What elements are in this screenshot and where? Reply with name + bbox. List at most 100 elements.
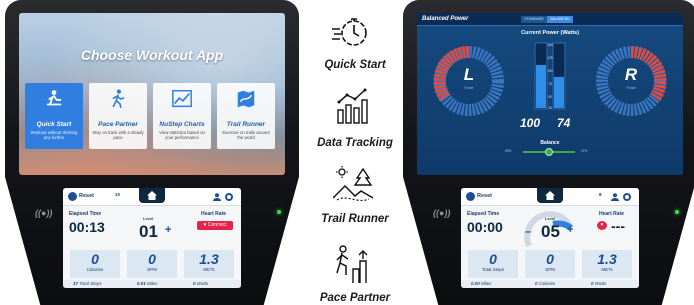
app-card-trail-runner[interactable]: Trail Runner Exercise on trails around t… — [217, 83, 275, 149]
metric-label: SPM — [147, 267, 157, 272]
mountain-trail-icon — [333, 166, 373, 202]
app-card-quick-start[interactable]: Quick Start Workout without thinking any… — [25, 83, 83, 149]
scale-tick: 125 — [547, 56, 553, 60]
metric-mets: 1.3 METs — [582, 250, 632, 278]
metric-calories: 0 Calories — [70, 250, 120, 278]
workout-app-screen: Choose Workout App Quick Start Workout w… — [19, 13, 285, 175]
left-power-value: 100 — [520, 116, 541, 130]
heart-rate-label: Heart Rate — [201, 211, 227, 217]
footer-label: Calories — [538, 281, 556, 286]
climbing-steps-icon — [336, 245, 368, 283]
connect-label: Connect — [207, 222, 227, 228]
scale-tick: 75 — [548, 82, 552, 86]
elapsed-label: Elapsed Time — [69, 211, 102, 217]
metric-spm: 0 SPM — [127, 250, 177, 278]
footer-label: Watts — [594, 281, 607, 286]
reset-button[interactable]: Reset — [477, 193, 492, 199]
walking-person-icon — [112, 89, 125, 109]
footer-miles: 0.01 Miles — [137, 281, 158, 286]
feature-label: Quick Start — [324, 59, 386, 71]
connect-button[interactable]: ♥ Connect — [197, 221, 233, 230]
footer-value: 0 — [591, 281, 594, 286]
app-card-nustep-charts[interactable]: NuStep Charts View statistics based on y… — [153, 83, 211, 149]
level-up-button[interactable]: + — [165, 224, 171, 236]
right-console: Balanced Power STANDARD BALANCED Current… — [403, 0, 694, 305]
metric-value: 0 — [91, 251, 99, 267]
heart-icon: ♥ — [597, 221, 607, 230]
app-name: Quick Start — [36, 121, 72, 128]
steps-badge: 10 — [115, 192, 121, 197]
level-label: Level — [143, 216, 154, 221]
footer-miles: 0.00 Miles — [471, 281, 492, 286]
metric-label: Calories — [86, 267, 104, 272]
map-icon — [237, 90, 255, 108]
footer-watts: 0 Watts — [591, 281, 606, 286]
left-console: Choose Workout App Quick Start Workout w… — [5, 0, 299, 305]
control-panel: Reset 10 Elapsed Time 00:13 Level 01 + H… — [63, 188, 241, 288]
level-value: 01 — [139, 222, 158, 241]
app-name: Trail Runner — [226, 121, 266, 128]
metric-mets: 1.3 METs — [184, 250, 234, 278]
footer-steps: 17 Total Steps — [73, 281, 102, 286]
app-desc: Workout without thinking any further — [30, 130, 78, 141]
home-button[interactable] — [139, 188, 165, 203]
gear-icon[interactable] — [623, 193, 631, 201]
power-bar-gauge: 150 125 100 75 50 25 — [534, 42, 566, 110]
app-name: Pace Partner — [98, 121, 138, 128]
reset-icon[interactable] — [466, 192, 475, 201]
metric-value: 1.3 — [199, 251, 219, 267]
app-desc: View statistics based on your performanc… — [159, 130, 205, 141]
left-power-wheel: L Force — [442, 53, 496, 107]
screen-title: Choose Workout App — [80, 47, 224, 63]
metric-value: 0 — [546, 251, 554, 267]
scale-tick: 50 — [548, 95, 552, 99]
bar-chart-icon — [337, 88, 368, 124]
panel-header: Reset 8 — [461, 188, 639, 206]
home-button[interactable] — [537, 188, 563, 203]
heart-rate-label: Heart Rate — [599, 211, 625, 217]
metric-label: SPM — [545, 267, 555, 272]
reset-icon[interactable] — [68, 192, 77, 201]
right-letter: R — [624, 65, 638, 84]
footer-value: 17 — [73, 281, 79, 286]
metric-total-steps: 0 Total Steps — [468, 250, 518, 278]
screen-topbar: Balanced Power STANDARD BALANCED — [417, 13, 683, 26]
toggle-standard[interactable]: STANDARD — [521, 16, 547, 23]
scale-tick: 100 — [547, 69, 553, 73]
balance-right-pct: 47% — [581, 149, 588, 153]
metric-label: Total Steps — [481, 267, 505, 272]
nfc-icon: ((●)) — [433, 208, 451, 218]
scale-tick: 25 — [548, 106, 552, 110]
right-power-value: 74 — [557, 116, 571, 130]
footer-label: Miles — [481, 281, 492, 286]
reset-button[interactable]: Reset — [79, 193, 94, 199]
level-up-button[interactable]: + — [567, 224, 573, 236]
home-icon — [545, 191, 555, 200]
toggle-balanced[interactable]: BALANCED — [547, 16, 573, 23]
elapsed-label: Elapsed Time — [467, 211, 500, 217]
metric-value: 1.3 — [597, 251, 617, 267]
gear-icon[interactable] — [225, 193, 233, 201]
footer-watts: 0 Watts — [193, 281, 208, 286]
level-down-button[interactable]: – — [525, 226, 531, 238]
elapsed-value: 00:13 — [69, 219, 105, 235]
user-icon[interactable] — [213, 193, 221, 201]
metric-label: METs — [203, 267, 215, 272]
metric-value: 0 — [148, 251, 156, 267]
power-title: Current Power (Watts) — [521, 30, 579, 36]
user-icon[interactable] — [611, 193, 619, 201]
app-card-pace-partner[interactable]: Pace Partner Stay on track with a steady… — [89, 83, 147, 149]
status-led — [277, 210, 281, 214]
balance-indicator[interactable] — [545, 148, 553, 156]
screen-title: Balanced Power — [422, 16, 469, 22]
footer-calories: 0 Calories — [535, 281, 555, 286]
control-panel: Reset 8 Elapsed Time 00:00 – Level 05 + … — [461, 188, 639, 288]
line-chart-icon — [172, 90, 192, 108]
footer-value: 0.00 — [471, 281, 480, 286]
steps-badge: 8 — [599, 192, 602, 197]
footer-value: 0.01 — [137, 281, 146, 286]
app-desc: Stay on track with a steady pace — [92, 130, 144, 141]
stopwatch-icon — [332, 18, 367, 46]
footer-value: 0 — [193, 281, 196, 286]
footer-label: Miles — [147, 281, 158, 286]
